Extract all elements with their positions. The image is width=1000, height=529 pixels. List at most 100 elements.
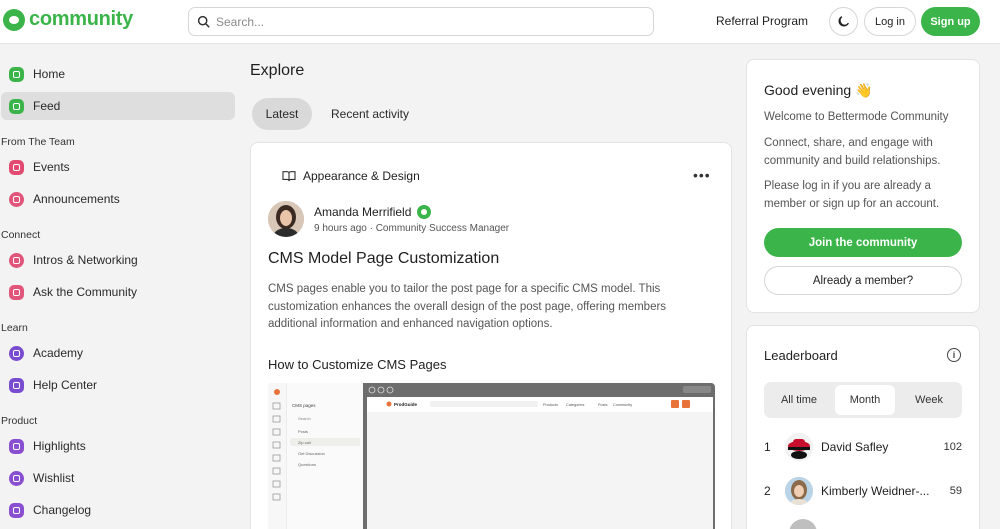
chat-icon: [9, 284, 24, 300]
help-icon: [9, 377, 24, 393]
avatar: [789, 519, 817, 529]
leaderboard-tabs: All time Month Week: [764, 382, 962, 418]
sidebar-item-announcements[interactable]: Announcements: [1, 185, 235, 213]
wishlist-icon: [9, 470, 24, 486]
sidebar-item-changelog[interactable]: Changelog: [1, 496, 235, 524]
avatar: [785, 477, 813, 505]
leaderboard-score: 102: [943, 441, 962, 453]
post-body: CMS pages enable you to tailor the post …: [268, 283, 667, 330]
greeting: Good evening 👋: [764, 82, 873, 98]
referral-program-link[interactable]: Referral Program: [716, 14, 808, 28]
info-icon[interactable]: i: [947, 348, 961, 362]
shot-search-label: Search: [298, 416, 311, 421]
post-meta: 9 hours ago · Community Success Manager: [314, 223, 510, 234]
graduation-cap-icon: [9, 345, 24, 361]
shot-sidebar-item: Questions: [298, 462, 316, 467]
welcome-blurb: Connect, share, and engage with communit…: [764, 137, 941, 167]
shot-topbar-link: Community: [613, 403, 632, 407]
more-options-icon[interactable]: •••: [693, 167, 711, 183]
already-member-button[interactable]: Already a member?: [764, 266, 962, 295]
leaderboard-rank: 2: [764, 484, 771, 498]
shot-sidebar-item: Get Discussion: [298, 451, 325, 456]
avatar: [785, 433, 813, 461]
leaderboard-title: Leaderboard: [764, 348, 838, 363]
sidebar-item-intros-networking[interactable]: Intros & Networking: [1, 246, 235, 274]
post-title[interactable]: CMS Model Page Customization: [268, 250, 499, 268]
feed-icon: [9, 98, 24, 114]
sidebar-item-label: Ask the Community: [33, 285, 138, 299]
join-community-button[interactable]: Join the community: [764, 228, 962, 257]
sidebar-item-label: Changelog: [33, 503, 92, 517]
changelog-icon: [9, 502, 24, 518]
sidebar-item-label: Help Center: [33, 378, 98, 392]
sidebar-item-label: Highlights: [33, 439, 86, 453]
leaderboard-name: David Safley: [821, 440, 889, 454]
leaderboard-score: 59: [949, 485, 962, 497]
verified-badge-icon: [417, 205, 432, 219]
calendar-icon: [9, 159, 24, 175]
search-box[interactable]: [188, 7, 654, 36]
shot-sidebar-title: CMS pages: [292, 403, 316, 408]
login-button[interactable]: Log in: [864, 7, 916, 36]
shot-topbar-link: Products: [543, 403, 558, 407]
search-input[interactable]: [216, 14, 636, 29]
sidebar-item-ask-the-community[interactable]: Ask the Community: [1, 278, 235, 306]
tab-latest[interactable]: Latest: [252, 98, 312, 130]
sidebar-item-events[interactable]: Events: [1, 153, 235, 181]
leaderboard-name: Kimberly Weidner-...: [821, 484, 930, 498]
sidebar-item-label: Home: [33, 67, 66, 81]
login-blurb: Please log in if you are already a membe…: [764, 180, 940, 210]
tab-all-time[interactable]: All time: [767, 385, 831, 415]
section-title-product: Product: [1, 415, 38, 427]
sidebar-item-highlights[interactable]: Highlights: [1, 432, 235, 460]
star-icon: [9, 438, 24, 454]
sidebar-item-label: Events: [33, 160, 70, 174]
section-title-learn: Learn: [1, 322, 28, 334]
sidebar-item-label: Wishlist: [33, 471, 75, 485]
shot-sidebar-item: Posts: [298, 429, 308, 434]
post-category-label: Appearance & Design: [303, 169, 420, 183]
post-category[interactable]: Appearance & Design: [282, 169, 420, 183]
welcome-text: Welcome to Bettermode Community: [764, 111, 949, 123]
author-avatar[interactable]: [268, 201, 304, 237]
signup-button[interactable]: Sign up: [921, 7, 980, 36]
leaderboard-row[interactable]: 1 David Safley 102: [764, 433, 962, 461]
community-logo[interactable]: community: [3, 8, 133, 31]
moon-icon: [838, 16, 849, 27]
search-icon: [197, 15, 210, 28]
post-card[interactable]: Appearance & Design ••• Amanda Merrifiel…: [250, 142, 732, 529]
shot-topbar-link: Categories: [566, 403, 584, 407]
community-logo-icon: [3, 8, 25, 31]
post-author[interactable]: Amanda Merrifield: [314, 205, 432, 219]
sidebar-item-academy[interactable]: Academy: [1, 339, 235, 367]
logo-text: community: [29, 8, 133, 30]
sidebar-item-help-center[interactable]: Help Center: [1, 371, 235, 399]
leaderboard-row[interactable]: 2 Kimberly Weidner-... 59: [764, 477, 962, 505]
handshake-icon: [9, 252, 24, 268]
author-name: Amanda Merrifield: [314, 205, 412, 219]
section-title-connect: Connect: [1, 229, 41, 241]
sidebar-item-label: Announcements: [33, 192, 120, 206]
sidebar-item-label: Feed: [33, 99, 61, 113]
sidebar-item-wishlist[interactable]: Wishlist: [1, 464, 235, 492]
home-icon: [9, 66, 24, 82]
dark-mode-toggle[interactable]: [829, 7, 858, 36]
sidebar-item-label: Academy: [33, 346, 84, 360]
sidebar-item-label: Intros & Networking: [33, 253, 138, 267]
megaphone-icon: [9, 191, 24, 207]
section-title-from-the-team: From The Team: [1, 136, 75, 148]
post-subheading: How to Customize CMS Pages: [268, 357, 447, 372]
top-header: community Referral Program Log in Sign u…: [0, 0, 1000, 44]
page-title: Explore: [250, 62, 305, 79]
tab-week[interactable]: Week: [899, 385, 959, 415]
tab-recent-activity[interactable]: Recent activity: [325, 98, 415, 130]
shot-topbar-link: Posts: [598, 403, 608, 407]
sidebar-item-feed[interactable]: Feed: [1, 92, 235, 120]
welcome-panel: Good evening 👋 Welcome to Bettermode Com…: [746, 59, 980, 313]
tab-month[interactable]: Month: [835, 385, 895, 415]
shot-sidebar-item: Zip call: [298, 440, 311, 445]
sidebar-item-home[interactable]: Home: [1, 60, 235, 88]
post-image: CMS pages Search Posts Zip call Get Disc…: [268, 383, 715, 529]
shot-brand: ProdGuide: [394, 402, 417, 407]
leaderboard: Leaderboard i All time Month Week 1 Davi…: [746, 325, 980, 529]
